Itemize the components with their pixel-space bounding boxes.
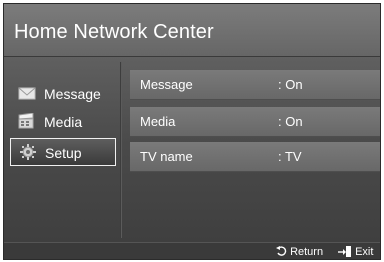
setting-value: : TV bbox=[278, 149, 302, 164]
sidebar-item-label: Media bbox=[44, 114, 83, 130]
sidebar-item-message[interactable]: Message bbox=[10, 80, 116, 108]
setting-row-tv-name[interactable]: TV name : TV bbox=[130, 142, 380, 172]
return-arrow-icon bbox=[276, 246, 287, 256]
setting-row-message[interactable]: Message : On bbox=[130, 70, 380, 100]
window-title: Home Network Center bbox=[14, 21, 214, 43]
setting-name: Media bbox=[140, 114, 176, 129]
envelope-icon bbox=[18, 87, 36, 100]
sidebar: Message Media Setup bbox=[4, 56, 120, 240]
setting-name: TV name bbox=[140, 149, 193, 164]
panel-divider bbox=[120, 62, 122, 238]
sidebar-item-setup[interactable]: Setup bbox=[10, 138, 116, 166]
tv-menu-window: Home Network Center Message Media Setup … bbox=[3, 3, 381, 260]
gear-icon bbox=[20, 144, 36, 160]
sidebar-item-label: Setup bbox=[45, 145, 82, 161]
media-clapper-icon bbox=[18, 113, 34, 129]
exit-hint[interactable]: Exit bbox=[338, 246, 374, 259]
title-bar: Home Network Center bbox=[4, 4, 380, 57]
sidebar-item-media[interactable]: Media bbox=[10, 108, 116, 136]
sidebar-item-label: Message bbox=[44, 86, 101, 102]
exit-label: Exit bbox=[355, 246, 374, 258]
return-hint[interactable]: Return bbox=[276, 246, 324, 259]
setting-value: : On bbox=[278, 114, 303, 129]
setting-name: Message bbox=[140, 77, 193, 92]
exit-door-icon bbox=[338, 246, 351, 257]
bottom-bar: Return Exit bbox=[4, 242, 380, 259]
setting-value: : On bbox=[278, 77, 303, 92]
setting-row-media[interactable]: Media : On bbox=[130, 107, 380, 137]
return-label: Return bbox=[290, 246, 324, 258]
